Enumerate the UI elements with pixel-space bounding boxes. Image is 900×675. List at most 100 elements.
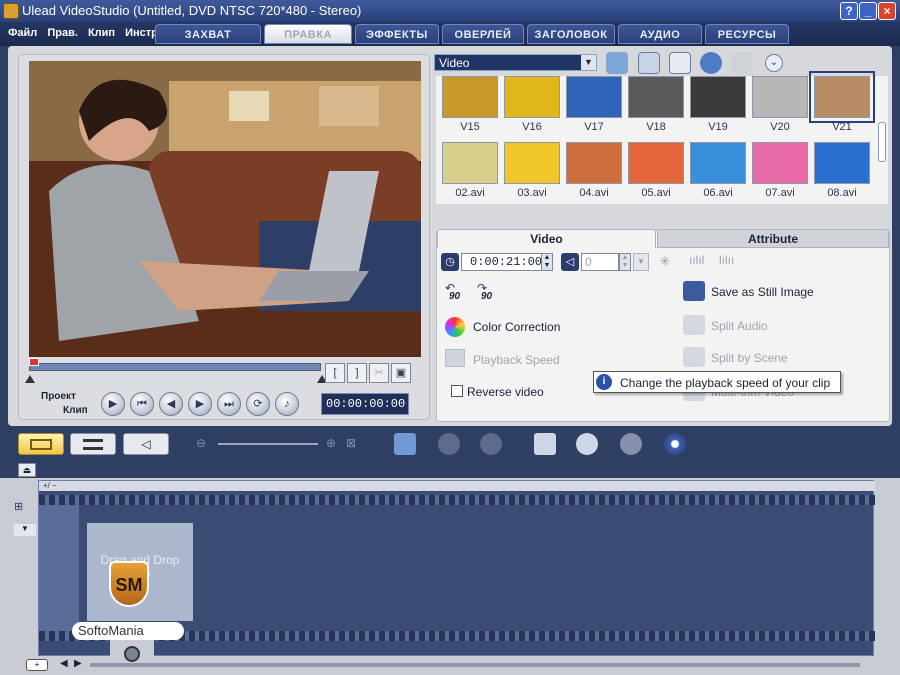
library-thumb-a-1[interactable]	[442, 76, 498, 118]
chevron-down-icon[interactable]: ▼	[581, 55, 596, 70]
drop-zone[interactable]: Drag and Drop Clip SM	[87, 523, 193, 621]
zoom-out-icon[interactable]: ⊖	[196, 436, 206, 450]
tab-capture[interactable]: ЗАХВАТ	[155, 24, 261, 44]
minimize-button[interactable]: _	[859, 2, 877, 20]
library-thumb-b-3[interactable]	[566, 142, 622, 184]
library-thumb-a-4[interactable]	[628, 76, 684, 118]
import-icon[interactable]	[638, 52, 660, 74]
preview-playhead[interactable]	[29, 358, 39, 366]
tab-resources[interactable]: РЕСУРСЫ	[705, 24, 789, 44]
timeline-scrollbar[interactable]	[90, 663, 860, 667]
duration-field[interactable]: 0:00:21:00	[461, 253, 553, 271]
menu-edit[interactable]: Прав.	[47, 27, 78, 39]
enlarge-icon[interactable]: ▣	[391, 363, 411, 383]
library-category-select[interactable]: Video	[434, 54, 597, 71]
library-manager-icon[interactable]	[731, 52, 753, 74]
storyboard-view-button[interactable]	[18, 433, 64, 455]
library-thumb-label: 06.avi	[703, 187, 733, 199]
menu-file[interactable]: Файл	[8, 27, 37, 39]
trim-start-marker[interactable]	[25, 375, 35, 383]
smart-proxy-icon[interactable]	[534, 433, 556, 455]
help-button[interactable]: ?	[840, 2, 858, 20]
mark-in-button[interactable]: [	[325, 363, 345, 383]
insert-media-icon[interactable]	[394, 433, 416, 455]
tab-attribute[interactable]: Attribute	[657, 229, 889, 248]
library-thumb-a-3[interactable]	[566, 76, 622, 118]
tab-audio[interactable]: АУДИО	[618, 24, 702, 44]
zoom-in-icon[interactable]: ⊕	[326, 436, 336, 450]
preview-progress-track[interactable]	[29, 363, 321, 371]
volume-icon[interactable]: ♪	[275, 392, 299, 416]
tab-edit[interactable]: ПРАВКА	[264, 24, 352, 44]
sort-icon[interactable]	[669, 52, 691, 74]
close-button[interactable]: ×	[878, 2, 896, 20]
library-thumb-b-6[interactable]	[752, 142, 808, 184]
reverse-video-label: Reverse video	[467, 385, 544, 399]
options-panel: Video Attribute ◷ 0:00:21:00 ▲ ▼ ◁ 0 ▲ ▼ ▼…	[436, 229, 890, 422]
scissors-icon[interactable]: ✂	[369, 363, 389, 383]
reverse-video-checkbox[interactable]	[451, 385, 463, 397]
library-thumb-a-2[interactable]	[504, 76, 560, 118]
timecode-field[interactable]: 00:00:00:00	[321, 393, 409, 415]
scroll-right-icon[interactable]: ▶	[74, 658, 82, 669]
refresh-icon[interactable]	[700, 52, 722, 74]
audio-view-button[interactable]: ◁	[123, 433, 169, 455]
fit-icon[interactable]: ⊠	[346, 436, 356, 450]
tab-overlay[interactable]: ОВЕРЛЕЙ	[442, 24, 524, 44]
zoom-slider[interactable]	[218, 443, 318, 445]
eject-icon[interactable]: ⏏	[18, 463, 36, 477]
split-by-scene-button[interactable]: Split by Scene	[711, 351, 788, 365]
open-folder-icon[interactable]	[606, 52, 628, 74]
add-track-button[interactable]: +	[26, 659, 48, 671]
redo-icon[interactable]	[480, 433, 502, 455]
mute-icon[interactable]: ✳	[659, 253, 671, 270]
library-thumb-label: 07.avi	[765, 187, 795, 199]
save-still-image-button[interactable]: Save as Still Image	[711, 285, 814, 299]
tab-video[interactable]: Video	[437, 229, 656, 248]
expand-icon[interactable]: ⌄	[765, 54, 783, 72]
effects-icon[interactable]	[620, 433, 642, 455]
volume-field[interactable]: 0	[581, 253, 619, 271]
volume-spinner[interactable]: ▲ ▼	[619, 253, 631, 271]
tab-title[interactable]: ЗАГОЛОВОК	[527, 24, 615, 44]
menu-clip[interactable]: Клип	[88, 27, 115, 39]
library-thumb-b-4[interactable]	[628, 142, 684, 184]
undo-icon[interactable]	[438, 433, 460, 455]
track-expand-icon[interactable]: ▼	[14, 524, 36, 536]
library-thumb-b-7[interactable]	[814, 142, 870, 184]
disc-icon[interactable]	[664, 433, 686, 455]
next-frame-icon[interactable]: ▶	[188, 392, 212, 416]
project-mode-label[interactable]: Проект	[41, 391, 76, 402]
library-thumb-a-6[interactable]	[752, 76, 808, 118]
library-thumb-a-7[interactable]	[809, 71, 875, 123]
ruler-zoom-button[interactable]: +/ −	[43, 481, 57, 490]
menu: Файл Прав. Клип Инстр.	[8, 27, 168, 39]
library-thumb-b-1[interactable]	[442, 142, 498, 184]
tab-effects[interactable]: ЭФФЕКТЫ	[355, 24, 439, 44]
repeat-icon[interactable]: ⟳	[246, 392, 270, 416]
rotate-left-icon[interactable]: ↶ 90	[445, 281, 467, 303]
go-to-end-icon[interactable]: ⏭	[217, 392, 241, 416]
library-thumb-b-2[interactable]	[504, 142, 560, 184]
fade-out-icon[interactable]: lılıı	[719, 253, 734, 267]
scroll-left-icon[interactable]: ◀	[60, 658, 68, 669]
library-thumb-a-5[interactable]	[690, 76, 746, 118]
fade-in-icon[interactable]: ıılıl	[689, 253, 704, 267]
volume-dropdown[interactable]: ▼	[633, 253, 649, 271]
color-correction-button[interactable]: Color Correction	[473, 320, 560, 334]
clip-mode-label[interactable]: Клип	[63, 405, 88, 416]
rotate-right-icon[interactable]: ↷ 90	[477, 281, 499, 303]
timeline-view-button[interactable]	[70, 433, 116, 455]
previous-frame-icon[interactable]: ◀	[159, 392, 183, 416]
render-icon[interactable]	[576, 433, 598, 455]
go-to-start-icon[interactable]: ⏮	[130, 392, 154, 416]
mark-out-button[interactable]: ]	[347, 363, 367, 383]
speaker-icon[interactable]: ◁	[561, 253, 579, 271]
playback-speed-button[interactable]: Playback Speed	[473, 353, 560, 367]
play-icon[interactable]: ▶	[101, 392, 125, 416]
library-thumb-b-5[interactable]	[690, 142, 746, 184]
split-audio-button[interactable]: Split Audio	[711, 319, 768, 333]
duration-spinner[interactable]: ▲ ▼	[541, 253, 553, 271]
library-scrollbar[interactable]	[878, 122, 886, 162]
track-manager-icon[interactable]: ⊞	[14, 500, 36, 518]
